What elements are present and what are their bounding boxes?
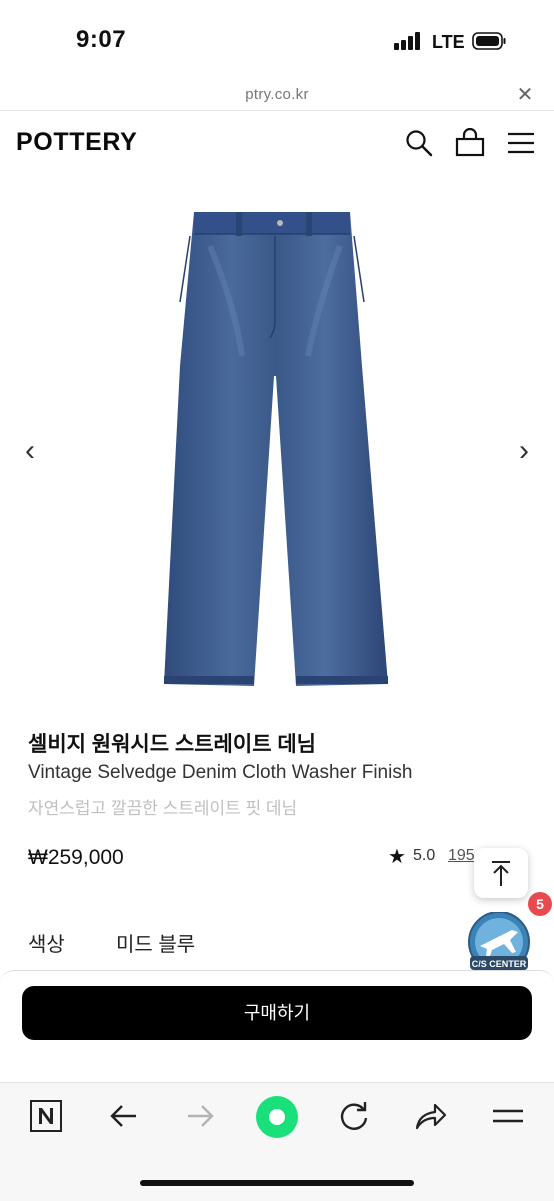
product-name-korean: 셀비지 원워시드 스트레이트 데님 (28, 733, 316, 756)
menu-icon[interactable] (506, 128, 536, 158)
product-image[interactable] (150, 206, 400, 696)
search-icon[interactable] (404, 128, 434, 158)
green-home-icon[interactable] (255, 1095, 299, 1139)
naver-icon[interactable] (26, 1096, 66, 1136)
color-option-value[interactable]: 미드 블루 (116, 928, 195, 957)
scroll-to-top-button[interactable] (474, 848, 528, 898)
product-price: ₩259,000 (28, 846, 124, 869)
product-name-english: Vintage Selvedge Denim Cloth Washer Fini… (28, 762, 413, 783)
star-icon: ★ (388, 846, 406, 868)
network-type: LTE (432, 32, 465, 52)
menu-icon[interactable] (488, 1096, 528, 1136)
review-count-link[interactable]: 195 (448, 847, 475, 865)
shopping-bag-icon[interactable] (455, 128, 485, 158)
next-image-arrow[interactable]: › (512, 434, 536, 468)
prev-image-arrow[interactable]: ‹ (18, 434, 42, 468)
url-text[interactable]: ptry.co.kr (0, 86, 554, 103)
status-time: 9:07 (76, 26, 127, 53)
home-indicator (140, 1180, 414, 1186)
arrow-up-icon (492, 861, 510, 886)
share-icon[interactable] (411, 1096, 451, 1136)
buy-button[interactable]: 구매하기 (22, 986, 532, 1040)
site-logo[interactable]: POTTERY (16, 128, 137, 157)
cs-center-label: C/S CENTER (472, 959, 527, 969)
product-description: 자연스럽고 깔끔한 스트레이트 핏 데님 (28, 799, 298, 818)
battery-icon (472, 32, 506, 50)
back-arrow-icon[interactable] (104, 1096, 144, 1136)
signal-icon (394, 32, 426, 50)
rating-score: 5.0 (413, 847, 436, 864)
refresh-icon[interactable] (334, 1096, 374, 1136)
cs-center-button[interactable]: C/S CENTER (466, 912, 532, 974)
forward-arrow-icon[interactable] (180, 1096, 220, 1136)
color-option-label: 색상 (28, 934, 65, 956)
close-icon[interactable]: ✕ (514, 84, 536, 106)
